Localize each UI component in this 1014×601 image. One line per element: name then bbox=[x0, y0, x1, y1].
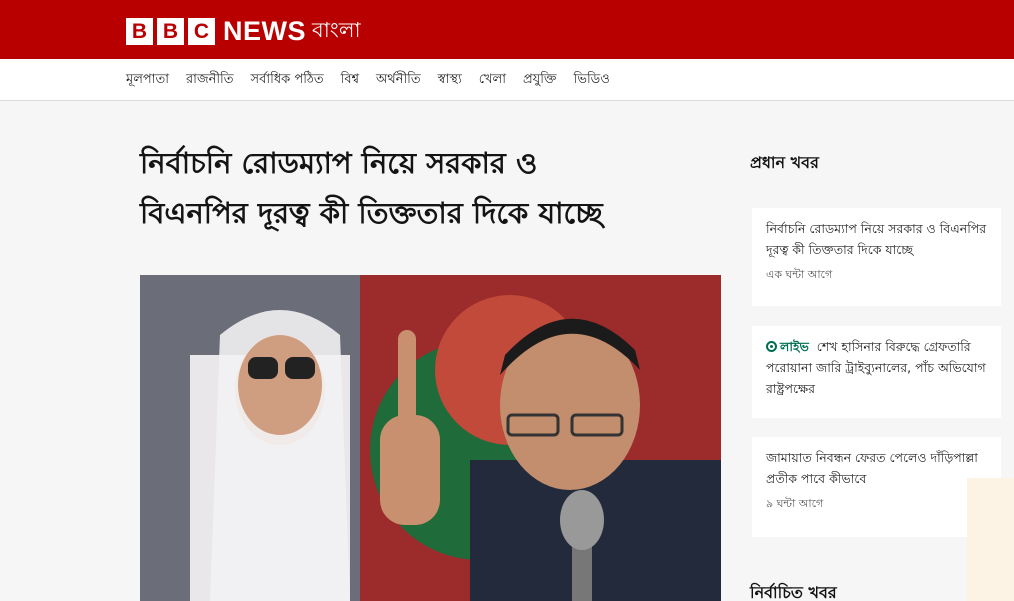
top-story-card-2[interactable]: লাইভ শেখ হাসিনার বিরুদ্ধে গ্রেফতারি পরোয… bbox=[752, 326, 1001, 418]
headline-line-1: নির্বাচনি রোডম্যাপ নিয়ে সরকার ও bbox=[140, 146, 538, 180]
sidebar-featured-title: নির্বাচিত খবর bbox=[750, 583, 837, 601]
live-icon bbox=[766, 341, 777, 352]
top-story-card-3-time: ৯ ঘন্টা আগে bbox=[766, 497, 824, 510]
nav-item-home[interactable]: মূলপাতা bbox=[126, 70, 169, 91]
top-story-card-2-text[interactable]: লাইভ শেখ হাসিনার বিরুদ্ধে গ্রেফতারি পরোয… bbox=[766, 336, 987, 399]
side-ad-area bbox=[967, 478, 1014, 601]
nav-item-most-read[interactable]: সর্বাধিক পঠিত bbox=[251, 70, 324, 91]
nav-item-video[interactable]: ভিডিও bbox=[574, 70, 610, 91]
top-story-card-1-title[interactable]: নির্বাচনি রোডম্যাপ নিয়ে সরকার ও বিএনপির… bbox=[766, 218, 987, 260]
hero-image-illustration bbox=[140, 275, 721, 601]
nav-item-world[interactable]: বিশ্ব bbox=[341, 70, 359, 91]
article-headline: নির্বাচনি রোডম্যাপ নিয়ে সরকার ও বিএনপির… bbox=[140, 138, 700, 238]
top-story-card-3-title[interactable]: জামায়াত নিবন্ধন ফেরত পেলেও দাঁড়িপাল্লা… bbox=[766, 447, 987, 489]
nav-item-economy[interactable]: অর্থনীতি bbox=[376, 70, 421, 91]
main-navigation: মূলপাতা রাজনীতি সর্বাধিক পঠিত বিশ্ব অর্থ… bbox=[0, 59, 1014, 101]
nav-item-sports[interactable]: খেলা bbox=[479, 70, 506, 91]
logo-language-text: বাংলা bbox=[312, 18, 361, 42]
top-story-card-1[interactable]: নির্বাচনি রোডম্যাপ নিয়ে সরকার ও বিএনপির… bbox=[752, 208, 1001, 306]
top-story-card-3[interactable]: জামায়াত নিবন্ধন ফেরত পেলেও দাঁড়িপাল্লা… bbox=[752, 437, 1001, 537]
bbc-news-bangla-logo[interactable]: B B C NEWS বাংলা bbox=[126, 14, 361, 49]
logo-box-b2: B bbox=[157, 18, 184, 45]
logo-news-text: NEWS bbox=[223, 16, 306, 46]
nav-item-health[interactable]: স্বাস্থ্য bbox=[438, 70, 462, 91]
sidebar-top-stories-title: প্রধান খবর bbox=[750, 153, 819, 172]
top-story-card-1-time: এক ঘন্টা আগে bbox=[766, 268, 833, 281]
logo-box-c: C bbox=[188, 18, 215, 45]
headline-line-2: বিএনপির দূরত্ব কী তিক্ততার দিকে যাচ্ছে bbox=[140, 196, 603, 230]
article-hero-image bbox=[140, 275, 721, 601]
top-banner: B B C NEWS বাংলা bbox=[0, 0, 1014, 59]
nav-item-technology[interactable]: প্রযুক্তি bbox=[523, 70, 557, 91]
logo-box-b1: B bbox=[126, 18, 153, 45]
nav-item-politics[interactable]: রাজনীতি bbox=[186, 70, 234, 91]
live-label: লাইভ bbox=[780, 339, 809, 354]
